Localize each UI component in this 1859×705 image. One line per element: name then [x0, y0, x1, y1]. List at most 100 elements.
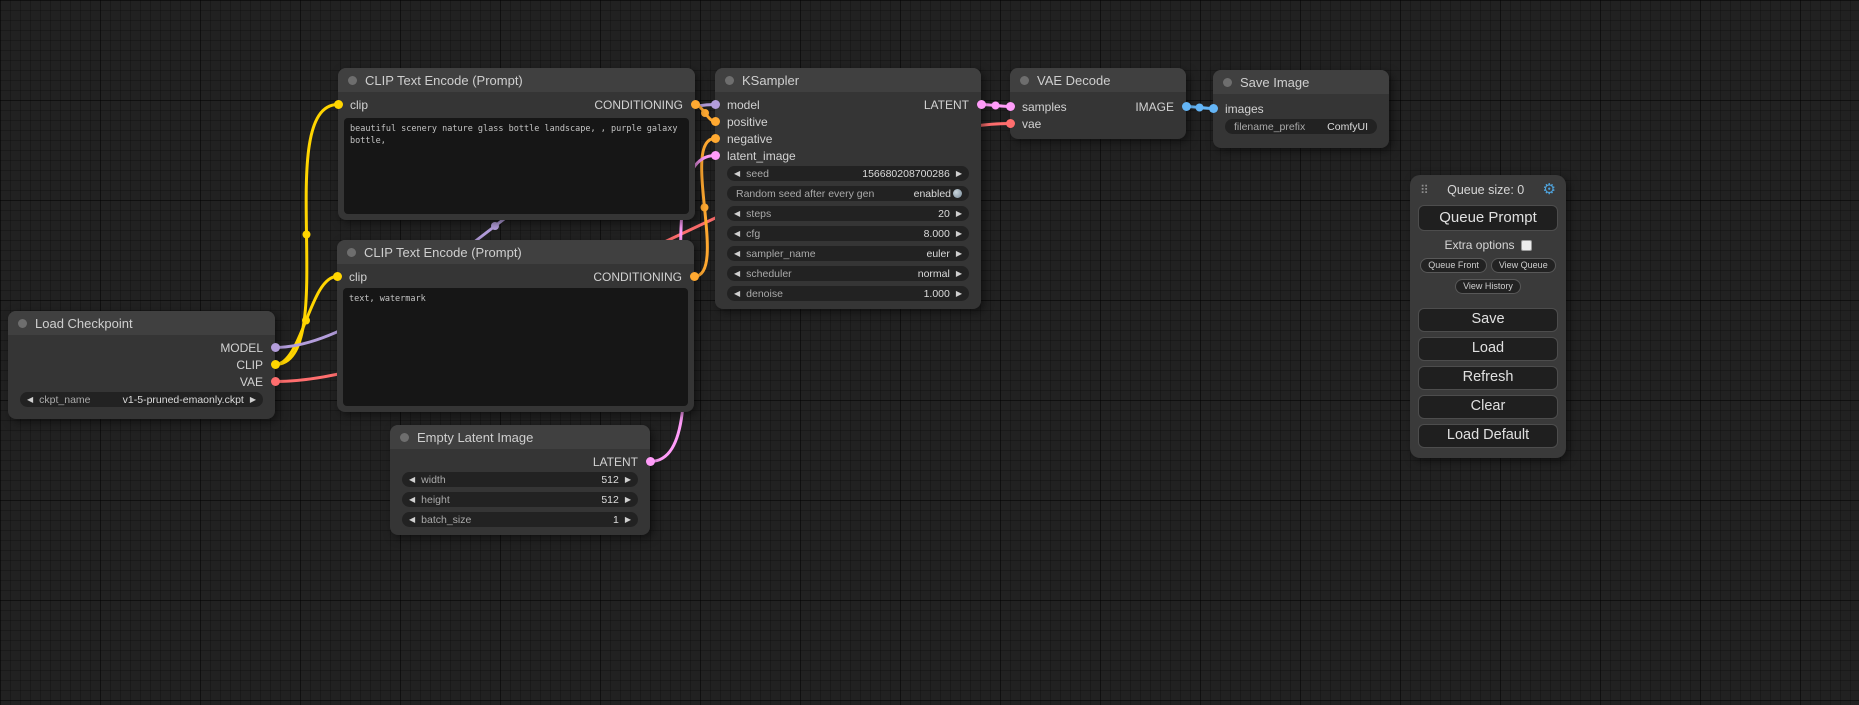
node-vae-decode[interactable]: VAE Decode samples IMAGE vae [1010, 68, 1186, 139]
settings-gear-icon[interactable]: ⚙ [1543, 182, 1556, 197]
toggle-dot[interactable] [953, 189, 962, 198]
widget-denoise[interactable]: ◀ denoise 1.000 ▶ [727, 286, 969, 301]
decrement-icon[interactable]: ◀ [27, 396, 33, 404]
node-collapse-dot[interactable] [1223, 78, 1232, 87]
port-clip-input[interactable] [334, 100, 343, 109]
decrement-icon[interactable]: ◀ [734, 170, 740, 178]
increment-icon[interactable]: ▶ [956, 270, 962, 278]
queue-prompt-button[interactable]: Queue Prompt [1418, 205, 1558, 231]
port-clip-input[interactable] [333, 272, 342, 281]
node-title: Save Image [1240, 75, 1309, 90]
port-latent-output[interactable] [977, 100, 986, 109]
widget-batch-size[interactable]: ◀ batch_size 1 ▶ [402, 512, 638, 527]
slot-label-model: model [727, 98, 760, 112]
increment-icon[interactable]: ▶ [956, 230, 962, 238]
node-title: CLIP Text Encode (Prompt) [365, 73, 523, 88]
node-title-bar[interactable]: CLIP Text Encode (Prompt) [337, 240, 694, 264]
widget-cfg[interactable]: ◀ cfg 8.000 ▶ [727, 226, 969, 241]
node-collapse-dot[interactable] [1020, 76, 1029, 85]
increment-icon[interactable]: ▶ [956, 290, 962, 298]
widget-value: 512 [601, 494, 619, 506]
decrement-icon[interactable]: ◀ [734, 230, 740, 238]
widget-filename-prefix[interactable]: filename_prefix ComfyUI [1225, 119, 1377, 134]
node-collapse-dot[interactable] [400, 433, 409, 442]
node-title-bar[interactable]: KSampler [715, 68, 981, 92]
view-queue-button[interactable]: View Queue [1491, 258, 1556, 273]
increment-icon[interactable]: ▶ [625, 476, 631, 484]
link-midpoint-dot [701, 109, 709, 117]
decrement-icon[interactable]: ◀ [409, 516, 415, 524]
widget-height[interactable]: ◀ height 512 ▶ [402, 492, 638, 507]
decrement-icon[interactable]: ◀ [409, 476, 415, 484]
queue-front-button[interactable]: Queue Front [1420, 258, 1487, 273]
increment-icon[interactable]: ▶ [625, 496, 631, 504]
decrement-icon[interactable]: ◀ [734, 210, 740, 218]
refresh-button[interactable]: Refresh [1418, 366, 1558, 390]
increment-icon[interactable]: ▶ [956, 170, 962, 178]
decrement-icon[interactable]: ◀ [734, 270, 740, 278]
port-latent-output[interactable] [646, 457, 655, 466]
widget-steps[interactable]: ◀ steps 20 ▶ [727, 206, 969, 221]
widget-sampler-name[interactable]: ◀ sampler_name euler ▶ [727, 246, 969, 261]
port-latent-image-input[interactable] [711, 151, 720, 160]
node-collapse-dot[interactable] [725, 76, 734, 85]
slot-label-conditioning: CONDITIONING [593, 270, 682, 284]
widget-name: seed [746, 168, 769, 180]
increment-icon[interactable]: ▶ [956, 210, 962, 218]
decrement-icon[interactable]: ◀ [409, 496, 415, 504]
port-samples-input[interactable] [1006, 102, 1015, 111]
port-image-output[interactable] [1182, 102, 1191, 111]
node-clip-text-encode-positive[interactable]: CLIP Text Encode (Prompt) clip CONDITION… [338, 68, 695, 220]
decrement-icon[interactable]: ◀ [734, 250, 740, 258]
port-model-input[interactable] [711, 100, 720, 109]
node-title-bar[interactable]: Load Checkpoint [8, 311, 275, 335]
clear-button[interactable]: Clear [1418, 395, 1558, 419]
node-clip-text-encode-negative[interactable]: CLIP Text Encode (Prompt) clip CONDITION… [337, 240, 694, 412]
node-collapse-dot[interactable] [347, 248, 356, 257]
decrement-icon[interactable]: ◀ [734, 290, 740, 298]
port-model-output[interactable] [271, 343, 280, 352]
port-negative-input[interactable] [711, 134, 720, 143]
node-collapse-dot[interactable] [18, 319, 27, 328]
node-collapse-dot[interactable] [348, 76, 357, 85]
widget-scheduler[interactable]: ◀ scheduler normal ▶ [727, 266, 969, 281]
node-title-bar[interactable]: Empty Latent Image [390, 425, 650, 449]
node-title-bar[interactable]: VAE Decode [1010, 68, 1186, 92]
widget-value: enabled [914, 188, 951, 200]
graph-canvas[interactable]: { "colors": { "model": "#B39DDB", "clip"… [0, 0, 1859, 705]
port-images-input[interactable] [1209, 104, 1218, 113]
node-title-bar[interactable]: Save Image [1213, 70, 1389, 94]
widget-name: batch_size [421, 514, 471, 526]
port-positive-input[interactable] [711, 117, 720, 126]
increment-icon[interactable]: ▶ [250, 396, 256, 404]
port-clip-output[interactable] [271, 360, 280, 369]
save-button[interactable]: Save [1418, 308, 1558, 332]
prompt-textarea[interactable]: text, watermark [343, 288, 688, 406]
widget-random-seed-toggle[interactable]: Random seed after every gen enabled [727, 186, 969, 201]
node-ksampler[interactable]: KSampler model LATENT positive negative … [715, 68, 981, 309]
widget-ckpt-name[interactable]: ◀ ckpt_name v1-5-pruned-emaonly.ckpt ▶ [20, 392, 263, 407]
node-empty-latent-image[interactable]: Empty Latent Image LATENT ◀ width 512 ▶ … [390, 425, 650, 535]
view-history-button[interactable]: View History [1455, 279, 1521, 294]
port-conditioning-output[interactable] [691, 100, 700, 109]
increment-icon[interactable]: ▶ [956, 250, 962, 258]
port-vae-input[interactable] [1006, 119, 1015, 128]
prompt-textarea[interactable]: beautiful scenery nature glass bottle la… [344, 118, 689, 214]
node-title-bar[interactable]: CLIP Text Encode (Prompt) [338, 68, 695, 92]
widget-value: 1 [613, 514, 619, 526]
comfy-menu-panel[interactable]: ⠿ Queue size: 0 ⚙ Queue Prompt Extra opt… [1410, 175, 1566, 458]
widget-name: ckpt_name [39, 394, 90, 406]
load-default-button[interactable]: Load Default [1418, 424, 1558, 448]
node-load-checkpoint[interactable]: Load Checkpoint MODEL CLIP VAE ◀ ckpt_na… [8, 311, 275, 419]
node-save-image[interactable]: Save Image images filename_prefix ComfyU… [1213, 70, 1389, 148]
extra-options-checkbox[interactable] [1521, 240, 1532, 251]
widget-width[interactable]: ◀ width 512 ▶ [402, 472, 638, 487]
widget-name: denoise [746, 288, 783, 300]
port-vae-output[interactable] [271, 377, 280, 386]
slot-label-vae: vae [1022, 117, 1041, 131]
increment-icon[interactable]: ▶ [625, 516, 631, 524]
load-button[interactable]: Load [1418, 337, 1558, 361]
drag-handle-icon[interactable]: ⠿ [1420, 183, 1429, 197]
port-conditioning-output[interactable] [690, 272, 699, 281]
widget-seed[interactable]: ◀ seed 156680208700286 ▶ [727, 166, 969, 181]
